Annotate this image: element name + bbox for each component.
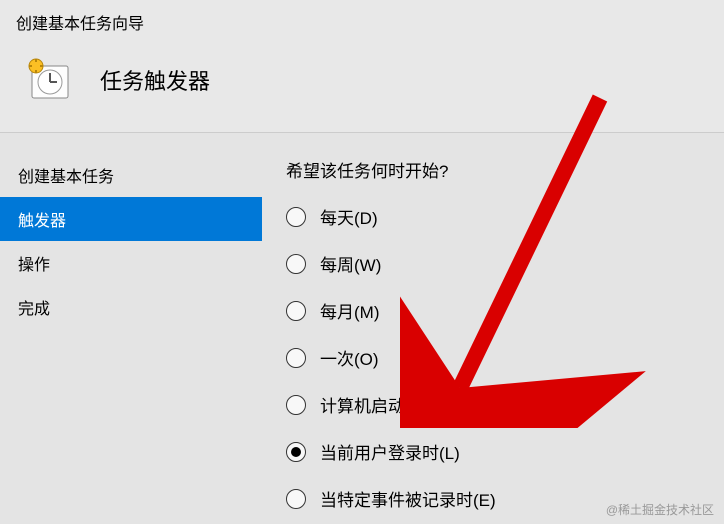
radio-icon	[286, 348, 306, 368]
main-panel: 希望该任务何时开始? 每天(D) 每周(W) 每月(M) 一次(O)	[262, 133, 724, 524]
radio-icon	[286, 442, 306, 462]
sidebar-item-trigger[interactable]: 触发器	[0, 197, 262, 241]
sidebar-item-finish[interactable]: 完成	[0, 285, 262, 329]
radio-daily[interactable]: 每天(D)	[286, 204, 716, 229]
sidebar-item-create-task[interactable]: 创建基本任务	[0, 153, 262, 197]
content-area: 创建基本任务 触发器 操作 完成 希望该任务何时开始? 每天(D) 每周(W) …	[0, 132, 724, 524]
radio-on-logon[interactable]: 当前用户登录时(L)	[286, 439, 716, 464]
panel-heading: 希望该任务何时开始?	[286, 157, 716, 182]
radio-label: 每天(D)	[320, 204, 378, 229]
radio-weekly[interactable]: 每周(W)	[286, 251, 716, 276]
radio-label: 每周(W)	[320, 251, 381, 276]
radio-label: 每月(M)	[320, 298, 379, 323]
radio-icon	[286, 207, 306, 227]
trigger-radio-group: 每天(D) 每周(W) 每月(M) 一次(O) 计算机启动时	[286, 204, 716, 511]
radio-label: 当特定事件被记录时(E)	[320, 486, 496, 511]
clock-cog-icon	[28, 58, 72, 102]
header-title: 任务触发器	[100, 64, 210, 96]
sidebar-item-action[interactable]: 操作	[0, 241, 262, 285]
radio-label: 计算机启动时	[320, 392, 422, 417]
radio-icon	[286, 395, 306, 415]
radio-icon	[286, 489, 306, 509]
radio-icon	[286, 254, 306, 274]
dialog-title: 创建基本任务向导	[0, 0, 724, 40]
radio-once[interactable]: 一次(O)	[286, 345, 716, 370]
radio-on-startup[interactable]: 计算机启动时	[286, 392, 716, 417]
wizard-sidebar: 创建基本任务 触发器 操作 完成	[0, 133, 262, 524]
wizard-dialog: 创建基本任务向导 任务触发器 创建基本任务 触发器 操作	[0, 0, 724, 524]
watermark: @稀土掘金技术社区	[606, 501, 714, 518]
dialog-header: 任务触发器	[0, 40, 724, 132]
radio-label: 一次(O)	[320, 345, 379, 370]
radio-icon	[286, 301, 306, 321]
radio-monthly[interactable]: 每月(M)	[286, 298, 716, 323]
radio-label: 当前用户登录时(L)	[320, 439, 460, 464]
